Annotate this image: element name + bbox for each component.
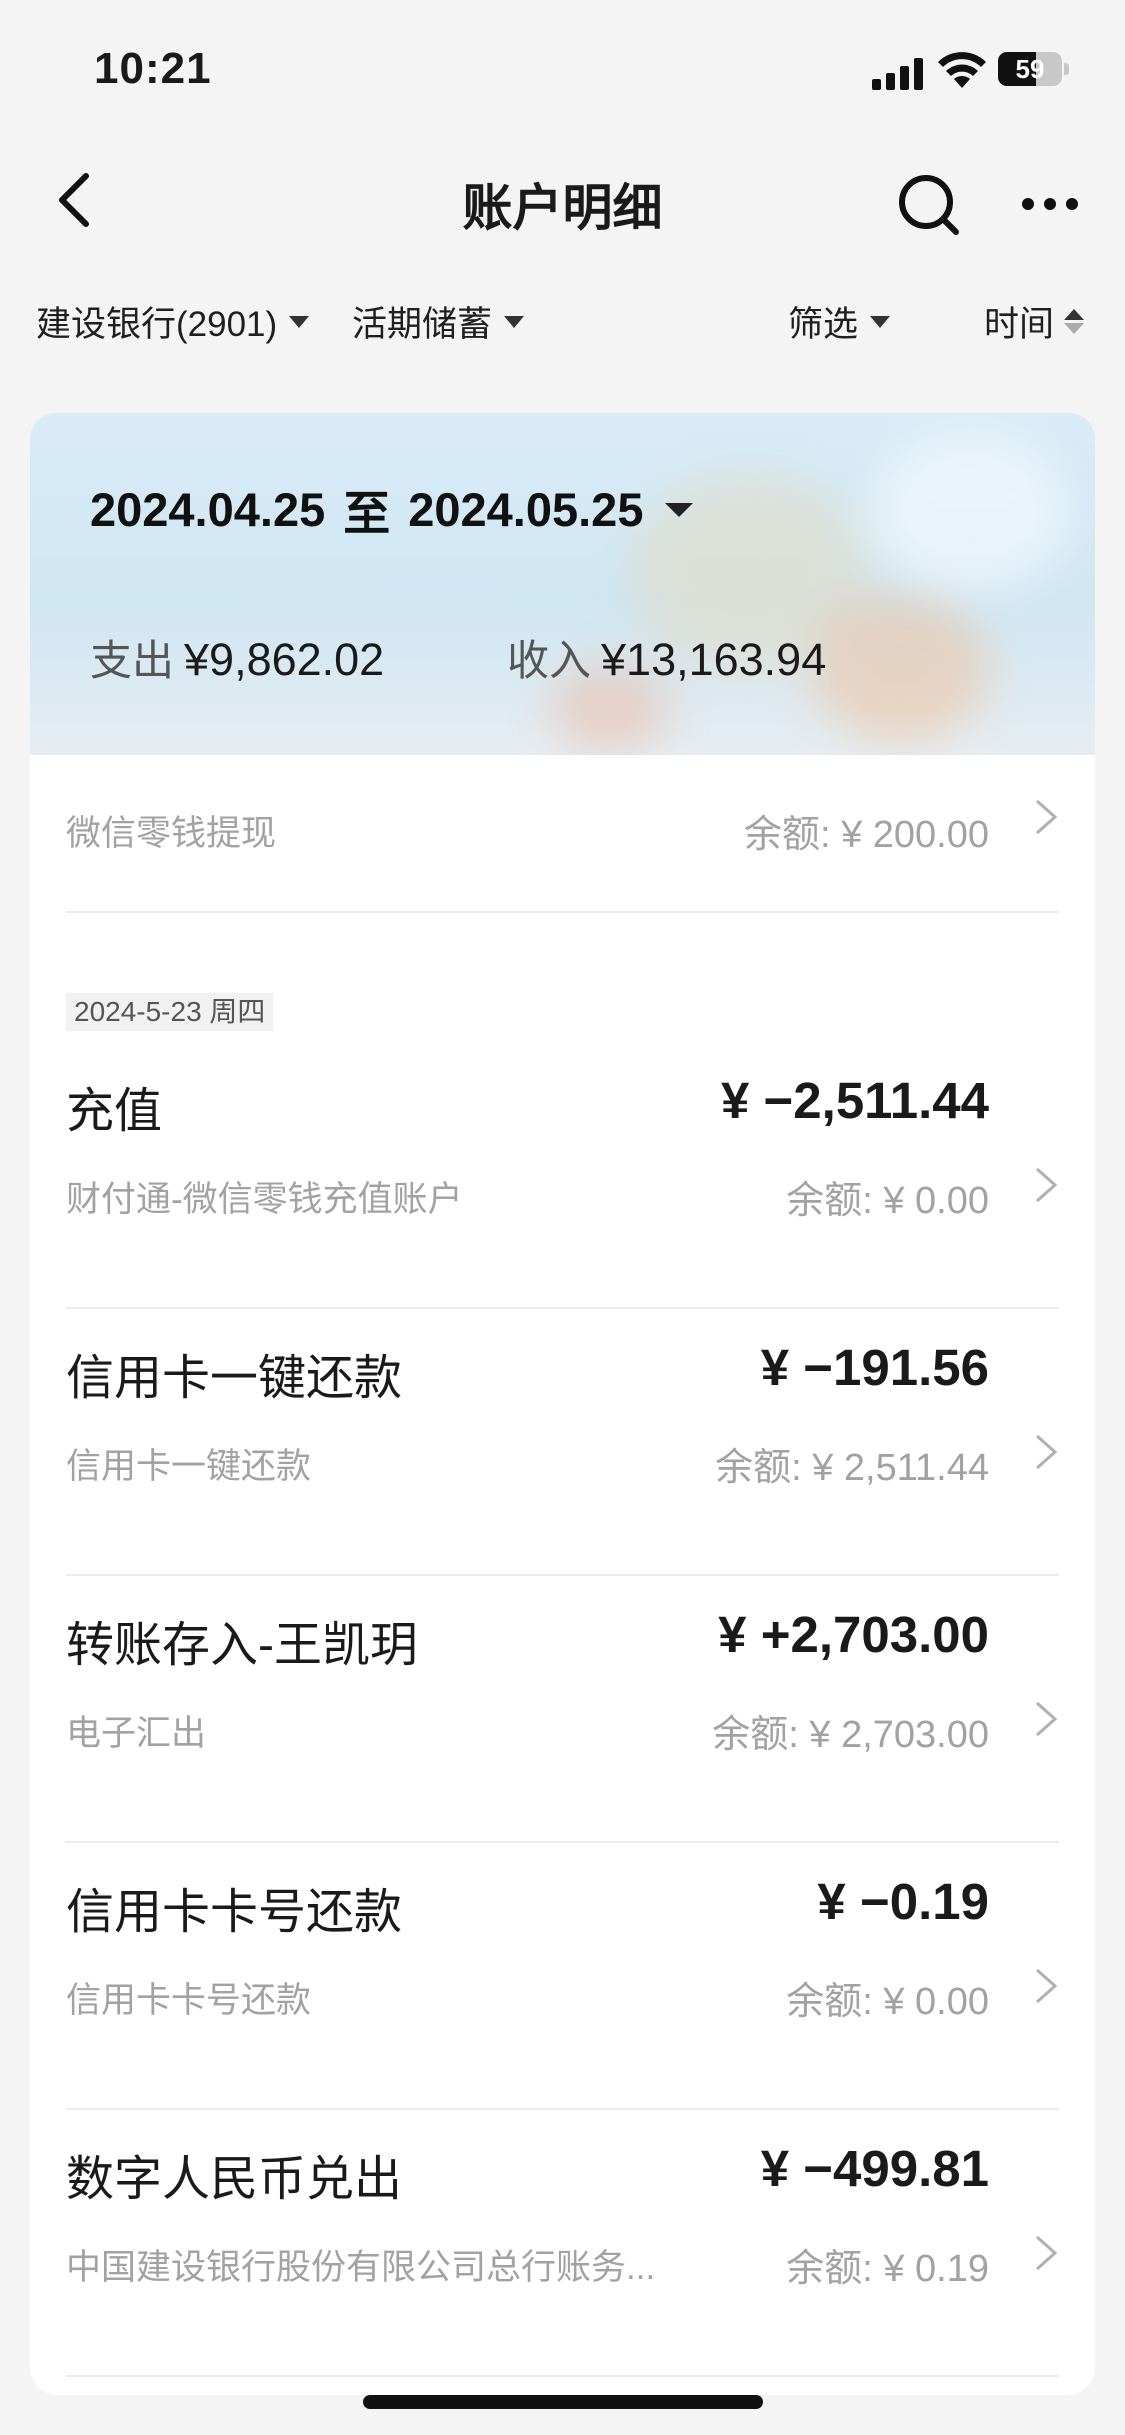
transaction-balance: 余额: ¥ 0.19 [786,2248,989,2290]
summary-banner: 2024.04.25 至 2024.05.25 支出 ¥9,862.02 收入 ¥1… [30,413,1095,755]
income-amount: ¥13,163.94 [601,634,827,685]
transaction-list: 微信零钱提现 余额: ¥ 200.00 2024-5-23 周四 充值 ¥ −2… [30,755,1095,2395]
list-item[interactable]: 转账存入-王凯玥 ¥ +2,703.00 电子汇出 余额: ¥ 2,703.00 [66,1575,1059,1843]
transaction-amount: ¥ +2,703.00 [718,1606,989,1663]
caret-down-icon [504,315,525,328]
transaction-amount: ¥ −191.56 [760,1339,989,1396]
more-icon[interactable] [1010,164,1090,244]
sort-label: 时间 [984,305,1055,344]
transaction-subtitle: 信用卡卡号还款 [66,1981,312,2020]
list-item[interactable]: 充值 ¥ −2,511.44 财付通-微信零钱充值账户 余额: ¥ 0.00 [66,1041,1059,1309]
transaction-title: 信用卡一键还款 [66,1352,403,1405]
chevron-right-icon [1036,2235,1058,2271]
filter-label: 筛选 [788,305,859,344]
status-bar: 10:21 59 [0,0,1125,140]
transaction-amount: ¥ −0.19 [817,1873,989,1930]
transaction-title: 数字人民币兑出 [66,2153,403,2206]
chevron-right-icon [1036,799,1058,835]
date-end: 2024.05.25 [408,483,644,536]
caret-down-icon [665,502,694,517]
transaction-amount: ¥ −499.81 [760,2140,989,2197]
caret-down-icon [870,315,891,328]
transaction-subtitle: 微信零钱提现 [66,814,277,853]
transaction-balance: 余额: ¥ 0.00 [786,1981,989,2023]
transaction-title: 充值 [66,1085,163,1138]
date-start: 2024.04.25 [90,483,326,536]
filter-bar: 建设银行(2901) 活期储蓄 筛选 时间 [0,290,1125,354]
chevron-right-icon [1036,1701,1058,1737]
expense-total: 支出 ¥9,862.02 [90,627,384,688]
wifi-icon [938,52,986,88]
sort-by-time[interactable]: 时间 [984,296,1085,347]
account-type-label: 活期储蓄 [352,305,493,344]
date-range-selector[interactable]: 2024.04.25 至 2024.05.25 [90,475,694,544]
account-selector-label: 建设银行(2901) [36,305,278,344]
date-range-separator: 至 [343,487,391,540]
transaction-balance: 余额: ¥ 0.00 [786,1180,989,1222]
transaction-title: 信用卡卡号还款 [66,1886,403,1939]
list-item[interactable]: 信用卡一键还款 ¥ −191.56 信用卡一键还款 余额: ¥ 2,511.44 [66,1308,1059,1576]
cellular-signal-icon [872,58,924,90]
list-item[interactable]: 数字人民币兑出 ¥ −499.81 中国建设银行股份有限公司总行账务... 余额… [66,2109,1059,2377]
list-item[interactable]: 信用卡卡号还款 ¥ −0.19 信用卡卡号还款 余额: ¥ 0.00 [66,1842,1059,2110]
transaction-balance: 余额: ¥ 2,703.00 [712,1714,989,1756]
transaction-subtitle: 信用卡一键还款 [66,1447,312,1486]
expense-label: 支出 [90,637,175,684]
search-icon[interactable] [890,164,970,244]
income-label: 收入 [507,637,592,684]
battery-icon: 59 [998,52,1062,86]
chevron-right-icon [1036,1968,1058,2004]
expense-amount: ¥9,862.02 [184,634,385,685]
transaction-balance: 余额: ¥ 2,511.44 [715,1447,989,1489]
transaction-amount: ¥ −2,511.44 [720,1072,989,1129]
income-total: 收入 ¥13,163.94 [507,627,826,688]
transaction-title: 转账存入-王凯玥 [66,1619,418,1672]
filter-dropdown[interactable]: 筛选 [788,296,891,347]
chevron-right-icon [1036,1434,1058,1470]
list-item[interactable]: 微信零钱提现 余额: ¥ 200.00 [66,755,1059,913]
transaction-subtitle: 财付通-微信零钱充值账户 [66,1180,463,1219]
battery-level: 59 [1015,54,1045,84]
battery-tip [1064,63,1069,75]
sort-icon [1064,309,1085,334]
caret-down-icon [289,315,310,328]
home-indicator[interactable] [363,2395,763,2409]
status-time: 10:21 [94,44,212,93]
chevron-right-icon [1036,1167,1058,1203]
account-type-selector[interactable]: 活期储蓄 [352,296,525,347]
transaction-subtitle: 中国建设银行股份有限公司总行账务... [66,2248,656,2287]
account-selector[interactable]: 建设银行(2901) [36,296,310,347]
nav-bar: 账户明细 [0,150,1125,250]
transaction-balance: 余额: ¥ 200.00 [743,814,989,856]
date-header: 2024-5-23 周四 [66,993,274,1031]
transaction-subtitle: 电子汇出 [66,1714,207,1753]
